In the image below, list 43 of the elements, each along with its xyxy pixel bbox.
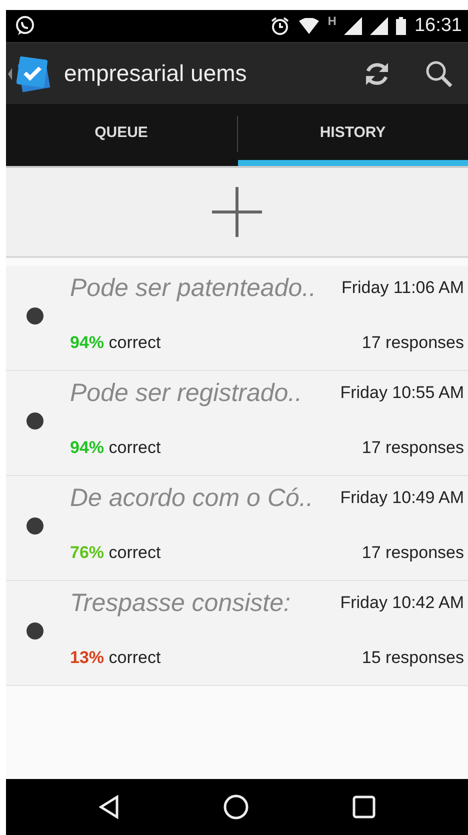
timestamp: Friday 11:06 AM <box>341 278 464 298</box>
score-label: correct <box>108 648 161 667</box>
question-title: Pode ser registrado.. <box>70 379 302 408</box>
recents-icon[interactable] <box>352 795 376 819</box>
history-item[interactable]: Pode ser patenteado.. Friday 11:06 AM 94% correct 17 responses <box>6 266 468 371</box>
history-item[interactable]: Pode ser registrado.. Friday 10:55 AM 94% correct 17 responses <box>6 371 468 476</box>
clock-time: 16:31 <box>414 15 462 37</box>
alarm-clock-icon <box>270 16 290 36</box>
back-icon[interactable] <box>98 795 120 819</box>
network-type-label: H <box>328 14 336 28</box>
battery-icon <box>396 17 406 35</box>
home-icon[interactable] <box>222 794 249 820</box>
response-count: 15 responses <box>362 648 464 668</box>
signal-icon <box>370 17 388 35</box>
signal-icon <box>344 17 362 35</box>
timestamp: Friday 10:55 AM <box>340 383 464 403</box>
response-count: 17 responses <box>362 333 464 353</box>
plus-icon[interactable] <box>210 185 264 239</box>
timestamp: Friday 10:49 AM <box>340 488 464 508</box>
bullet-icon <box>26 412 44 430</box>
response-count: 17 responses <box>362 543 464 563</box>
question-title: De acordo com o Có.. <box>70 484 314 513</box>
wifi-icon <box>298 18 320 34</box>
app-title: empresarial uems <box>64 60 247 87</box>
bullet-icon <box>26 517 44 535</box>
search-icon[interactable] <box>424 58 454 88</box>
percent-value: 76% <box>70 543 104 562</box>
bullet-icon <box>26 622 44 640</box>
timestamp: Friday 10:42 AM <box>340 593 464 613</box>
percent-value: 94% <box>70 438 104 457</box>
response-count: 17 responses <box>362 438 464 458</box>
bullet-icon <box>26 307 44 325</box>
score-label: correct <box>108 333 161 352</box>
history-item[interactable]: Trespasse consiste: Friday 10:42 AM 13% correct 15 responses <box>6 581 468 686</box>
tab[interactable]: QUEUE <box>6 104 236 166</box>
question-title: Trespasse consiste: <box>70 589 290 618</box>
score-label: correct <box>108 543 161 562</box>
percent-value: 94% <box>70 333 104 352</box>
chat-bubble-icon <box>14 15 36 37</box>
history-item[interactable]: De acordo com o Có.. Friday 10:49 AM 76% correct 17 responses <box>6 476 468 581</box>
score-label: correct <box>108 438 161 457</box>
percent-value: 13% <box>70 648 104 667</box>
question-title: Pode ser patenteado.. <box>70 274 316 303</box>
